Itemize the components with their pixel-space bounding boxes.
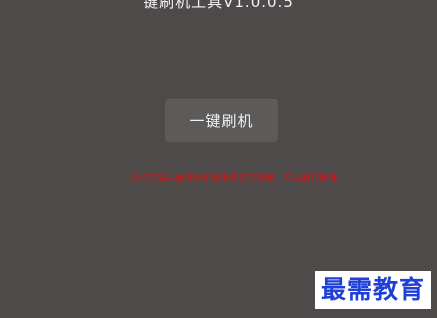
one-click-flash-button[interactable]: 一键刷机 <box>165 99 278 142</box>
window-title: 键刷机工具V1.0.0.5 <box>143 0 294 11</box>
warning-notice: 刷机前需要保持手机和电脑正常连接，不要断开连接 <box>130 174 338 184</box>
watermark-logo: 最需教育 <box>314 271 431 309</box>
